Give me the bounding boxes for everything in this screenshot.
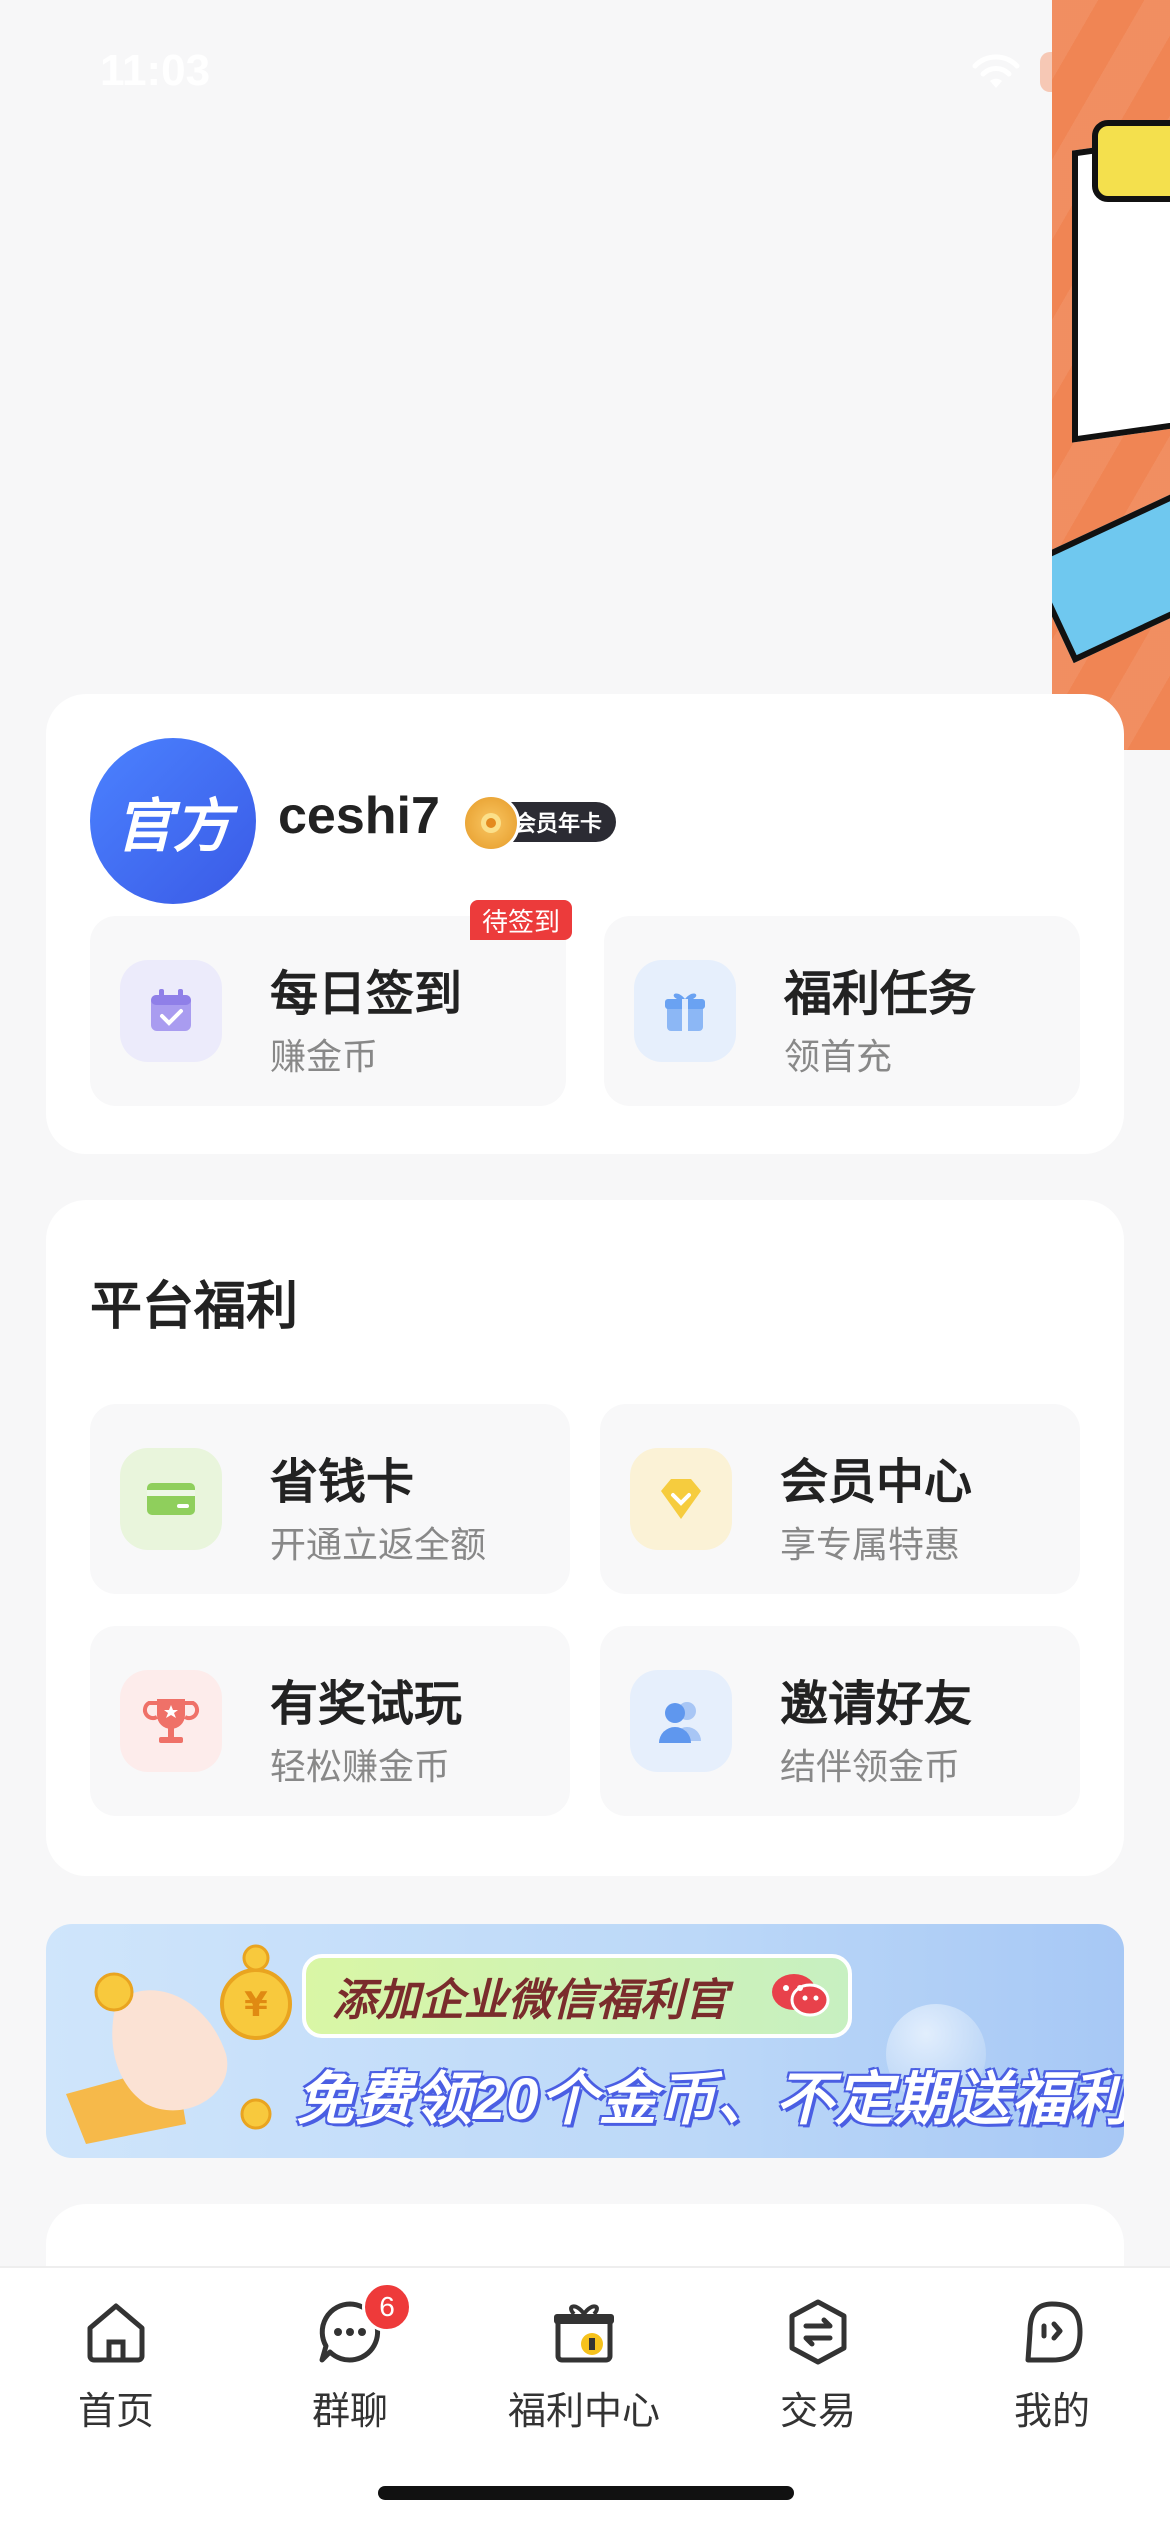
tile-subtitle: 轻松赚金币 — [270, 1746, 451, 1787]
vip-badge[interactable]: 会员年卡 — [462, 794, 617, 852]
profile-icon — [1025, 2301, 1083, 2363]
promo-tag-text: 添加企业微信福利官 — [332, 1976, 728, 2025]
daily-checkin-tile[interactable]: 每日签到 赚金币 — [90, 916, 566, 1106]
tab-label: 福利中心 — [507, 2391, 660, 2433]
exchange-icon — [789, 2299, 847, 2365]
tile-subtitle: 结伴领金币 — [780, 1746, 961, 1787]
diamond-icon — [630, 1448, 732, 1550]
wifi-icon — [972, 54, 1020, 88]
vip-badge-label: 会员年卡 — [514, 811, 603, 836]
tab-label: 首页 — [77, 2391, 154, 2433]
tab-label: 我的 — [1013, 2391, 1090, 2433]
platform-benefits-card: 平台福利 省钱卡 开通立返全额 会员中心 享专属特惠 有奖试玩 轻松赚金币 邀请… — [46, 1200, 1124, 1876]
users-icon — [630, 1670, 732, 1772]
promo-main-text: 免费领20个金币、不定期送福利 — [296, 2067, 1124, 2132]
wechat-promo-banner[interactable]: ¥ 添加企业微信福利官 免费领20个金币、不定期送福利 — [46, 1924, 1124, 2158]
tile-title: 有奖试玩 — [270, 1678, 463, 1731]
savings-card-tile[interactable]: 省钱卡 开通立返全额 — [90, 1404, 570, 1594]
trophy-icon — [120, 1670, 222, 1772]
welfare-task-tile[interactable]: 福利任务 领首充 — [604, 916, 1080, 1106]
tile-title: 省钱卡 — [270, 1456, 415, 1509]
avatar[interactable]: 官方 — [90, 738, 256, 904]
svg-text:¥: ¥ — [244, 1985, 268, 2025]
tab-group-chat[interactable]: 6 群聊 — [250, 2282, 450, 2436]
profile-card: 官方 ceshi7 会员年卡 待签到 每日签到 赚金币 福利任务 领首充 — [46, 694, 1124, 1154]
tile-title: 每日签到 — [270, 968, 463, 1021]
section-title: 平台福利 — [90, 1278, 299, 1336]
medal-icon — [462, 794, 520, 852]
tab-home[interactable]: 首页 — [16, 2296, 216, 2436]
tile-subtitle: 开通立返全额 — [270, 1524, 487, 1565]
tile-title: 福利任务 — [784, 968, 977, 1021]
gift-icon — [634, 960, 736, 1062]
home-icon — [87, 2303, 145, 2363]
promo-tag: 添加企业微信福利官 — [302, 1954, 852, 2038]
invite-friends-tile[interactable]: 邀请好友 结伴领金币 — [600, 1626, 1080, 1816]
gift-box-icon — [554, 2304, 614, 2363]
status-time: 11:03 — [100, 46, 211, 95]
tile-title: 会员中心 — [780, 1456, 973, 1509]
header-banner-image — [1052, 0, 1170, 750]
tile-subtitle: 领首充 — [784, 1036, 893, 1077]
calendar-check-icon — [120, 960, 222, 1062]
tile-subtitle: 享专属特惠 — [780, 1524, 961, 1565]
home-indicator[interactable] — [378, 2486, 794, 2500]
tab-mine[interactable]: 我的 — [952, 2296, 1152, 2436]
tile-title: 邀请好友 — [780, 1678, 973, 1731]
username: ceshi7 — [278, 787, 440, 845]
tile-subtitle: 赚金币 — [270, 1036, 379, 1077]
status-bar: 11:03 57 — [0, 0, 1170, 140]
wechat-icon — [772, 1974, 830, 2017]
tab-label: 群聊 — [311, 2391, 388, 2433]
coin-hand-icon: ¥ — [66, 1944, 292, 2144]
pending-checkin-tag: 待签到 — [470, 900, 573, 940]
trial-play-tile[interactable]: 有奖试玩 轻松赚金币 — [90, 1626, 570, 1816]
card-icon — [120, 1448, 222, 1550]
tab-welfare-center[interactable]: 福利中心 — [484, 2296, 684, 2436]
unread-badge: 6 — [362, 2282, 412, 2332]
tab-trade[interactable]: 交易 — [718, 2296, 918, 2436]
tab-label: 交易 — [779, 2391, 856, 2433]
member-center-tile[interactable]: 会员中心 享专属特惠 — [600, 1404, 1080, 1594]
